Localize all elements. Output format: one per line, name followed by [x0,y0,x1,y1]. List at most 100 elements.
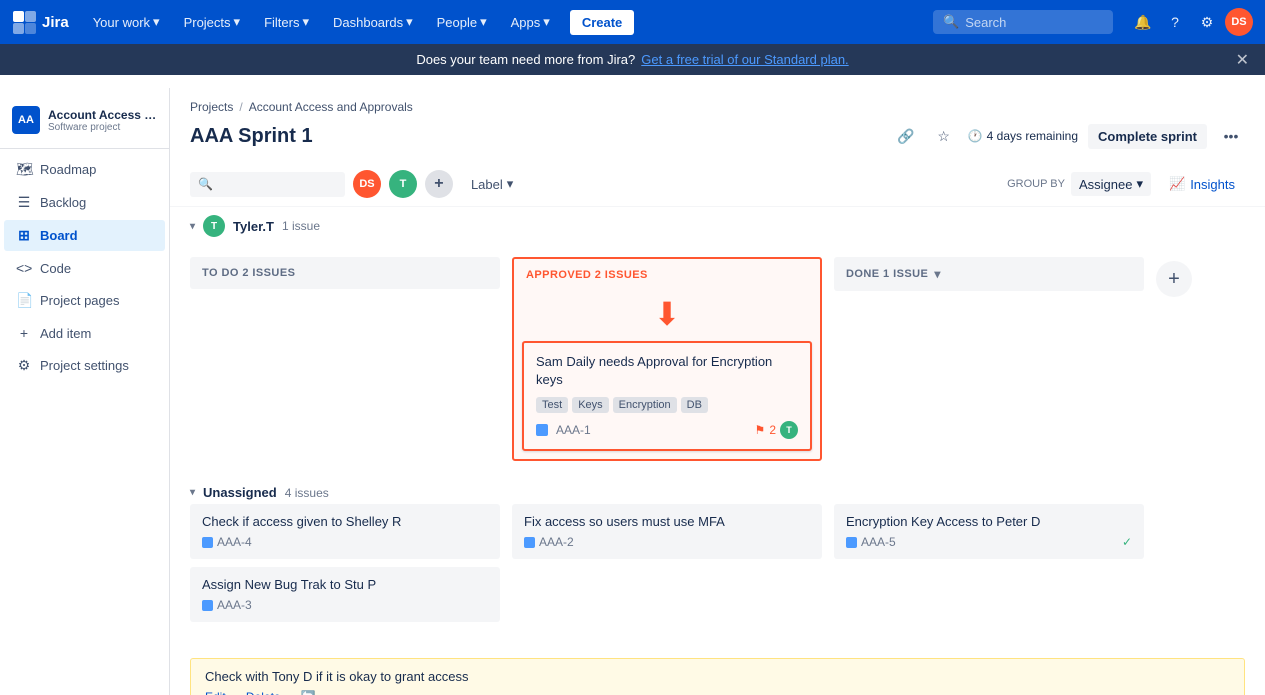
add-column-button[interactable]: + [1156,261,1192,297]
bottom-section: Check with Tony D if it is okay to grant… [170,630,1265,695]
board-icon: ⊞ [16,227,32,244]
unassigned-card-aaa2[interactable]: Fix access so users must use MFA AAA-2 [512,504,822,559]
unassigned-label: Unassigned [203,485,277,500]
issue-id: AAA-1 [556,423,591,437]
board-search-input[interactable] [217,177,337,192]
group-chevron-icon: ▾ [190,221,195,232]
complete-sprint-button[interactable]: Complete sprint [1088,124,1207,149]
group-by: GROUP BY Assignee ▾ [1007,172,1151,196]
tyler-avatar: T [203,215,225,237]
banner-link[interactable]: Get a free trial of our Standard plan. [641,52,848,67]
highlighted-issue-card[interactable]: Sam Daily needs Approval for Encryption … [522,341,812,451]
project-header[interactable]: AA Account Access and Ap... Software pro… [0,96,169,144]
header-actions: 🔗 ☆ 🕐 4 days remaining Complete sprint •… [892,122,1245,150]
roadmap-icon: 🗺 [16,161,32,178]
jira-logo[interactable]: Jira [12,10,69,34]
card-id: AAA-2 [524,535,810,549]
settings-icon[interactable]: ⚙ [1193,8,1221,36]
checkbox-icon [846,537,857,548]
unassigned-card-aaa5[interactable]: Encryption Key Access to Peter D AAA-5 ✓ [834,504,1144,559]
search-box[interactable]: 🔍 [933,10,1113,34]
banner-close-button[interactable]: ✕ [1236,50,1249,70]
checkbox-icon [202,600,213,611]
page-title: AAA Sprint 1 [190,125,313,148]
card-avatar: T [780,421,798,439]
sidebar-item-code[interactable]: <> Code [4,253,165,283]
insights-button[interactable]: 📈 Insights [1159,171,1245,197]
create-button[interactable]: Create [570,10,634,35]
notifications-icon[interactable]: 🔔 [1129,8,1157,36]
breadcrumb-project-link[interactable]: Account Access and Approvals [249,100,413,114]
code-icon: <> [16,260,32,276]
tyler-name: Tyler.T [233,219,274,234]
unassigned-group-row[interactable]: ▾ Unassigned 4 issues [190,477,1245,504]
unassigned-section: ▾ Unassigned 4 issues Check if access gi… [170,477,1265,630]
tag-db: DB [681,397,708,413]
done-chevron-icon[interactable]: ▾ [934,267,940,281]
bottom-card-actions: Edit • Delete • 🔄 [205,690,1230,695]
project-name: Account Access and Ap... [48,108,157,122]
card-tags: Test Keys Encryption DB [536,397,798,413]
projects-menu[interactable]: Projects▾ [176,10,249,34]
nav-icons: 🔔 ? ⚙ DS [1129,8,1253,36]
flag-icon: ⚑ [755,423,766,437]
chevron-down-icon: ▾ [507,176,514,192]
tyler-issue-count: 1 issue [282,219,320,233]
done-column-header: DONE 1 ISSUE ▾ [834,257,1144,291]
down-arrow-icon: ⬇ [654,295,681,333]
upgrade-banner: Does your team need more from Jira? Get … [0,44,1265,75]
tyler-group-row[interactable]: ▾ T Tyler.T 1 issue [170,207,1265,241]
sidebar: AA Account Access and Ap... Software pro… [0,88,170,695]
star-icon[interactable]: ☆ [930,122,958,150]
link-icon[interactable]: 🔗 [892,122,920,150]
sidebar-item-roadmap[interactable]: 🗺 Roadmap [4,154,165,185]
people-menu[interactable]: People▾ [429,10,495,34]
time-remaining: 🕐 4 days remaining [968,129,1078,143]
sidebar-item-project-settings[interactable]: ⚙ Project settings [4,350,165,381]
tag-test: Test [536,397,568,413]
sidebar-item-project-pages[interactable]: 📄 Project pages [4,285,165,316]
dashboards-menu[interactable]: Dashboards▾ [325,10,421,34]
filters-menu[interactable]: Filters▾ [256,10,317,34]
more-options-button[interactable]: ••• [1217,122,1245,150]
banner-text: Does your team need more from Jira? [416,52,635,67]
main-layout: AA Account Access and Ap... Software pro… [0,88,1265,695]
breadcrumb: Projects / Account Access and Approvals [170,88,1265,118]
apps-menu[interactable]: Apps▾ [503,10,558,34]
arrow-annotation: ⬇ [514,291,820,341]
card-title: Check if access given to Shelley R [202,514,488,529]
card-id: AAA-5 ✓ [846,535,1132,549]
sidebar-divider [0,148,169,149]
group-by-button[interactable]: Assignee ▾ [1071,172,1151,196]
tag-encryption: Encryption [613,397,677,413]
help-icon[interactable]: ? [1161,8,1189,36]
unassigned-card-aaa4[interactable]: Check if access given to Shelley R AAA-4 [190,504,500,559]
avatar-ds[interactable]: DS [353,170,381,198]
sidebar-item-backlog[interactable]: ☰ Backlog [4,187,165,218]
delete-link[interactable]: Delete [246,690,281,695]
search-input[interactable] [965,15,1085,30]
project-type: Software project [48,122,157,133]
your-work-menu[interactable]: Your work▾ [85,10,168,34]
add-avatar-button[interactable]: + [425,170,453,198]
approved-column: APPROVED 2 ISSUES ⬇ Sam Daily needs Appr… [512,257,822,461]
avatar-t[interactable]: T [389,170,417,198]
unassigned-todo-col: Check if access given to Shelley R AAA-4… [190,504,500,630]
label-filter-button[interactable]: Label ▾ [461,171,523,197]
board-search[interactable]: 🔍 [190,172,345,197]
card-id: AAA-3 [202,598,488,612]
search-icon: 🔍 [943,14,959,30]
card-title: Assign New Bug Trak to Stu P [202,577,488,592]
sidebar-item-add-item[interactable]: + Add item [4,318,165,348]
top-navigation: Jira Your work▾ Projects▾ Filters▾ Dashb… [0,0,1265,44]
card-title: Encryption Key Access to Peter D [846,514,1132,529]
main-content: Projects / Account Access and Approvals … [170,88,1265,695]
unassigned-card-aaa3[interactable]: Assign New Bug Trak to Stu P AAA-3 [190,567,500,622]
breadcrumb-projects-link[interactable]: Projects [190,100,233,114]
sidebar-item-board[interactable]: ⊞ Board [4,220,165,251]
edit-link[interactable]: Edit [205,690,226,695]
chevron-down-icon: ▾ [1136,176,1143,192]
user-avatar[interactable]: DS [1225,8,1253,36]
add-icon: + [16,325,32,341]
todo-column-header: TO DO 2 ISSUES [190,257,500,289]
